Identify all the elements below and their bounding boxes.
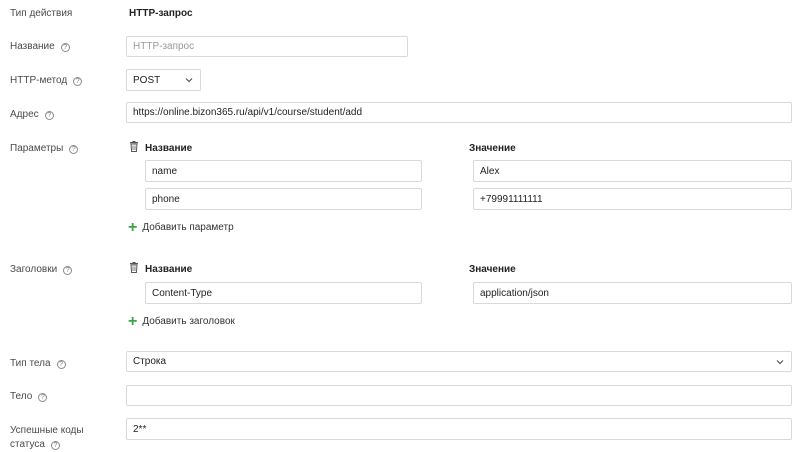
address-value: https://online.bizon365.ru/api/v1/course… [133, 107, 363, 118]
add-header-label: Добавить заголовок [142, 316, 235, 327]
body-type-label-text: Тип тела [10, 358, 51, 369]
help-icon[interactable]: ? [38, 393, 48, 402]
add-param-label: Добавить параметр [142, 222, 234, 233]
status-codes-value: 2** [133, 423, 147, 435]
plus-icon: + [128, 218, 138, 236]
help-icon[interactable]: ? [63, 266, 73, 275]
address-label-text: Адрес [10, 109, 39, 120]
address-label: Адрес? [10, 109, 54, 120]
params-label: Параметры? [10, 143, 79, 154]
header-value-input[interactable]: application/json [473, 282, 792, 304]
body-type-select[interactable]: Строка [126, 351, 792, 372]
status-codes-label-line2: статуса [10, 439, 45, 450]
help-icon[interactable]: ? [44, 111, 54, 120]
params-col-value: Значение [469, 143, 516, 154]
plus-icon: + [128, 312, 138, 330]
add-header-button[interactable]: + Добавить заголовок [128, 312, 235, 330]
action-type-value: HTTP-запрос [129, 8, 193, 19]
trash-icon[interactable] [129, 262, 139, 273]
help-icon[interactable]: ? [73, 77, 83, 86]
param-value-input[interactable]: +79991111111 [473, 188, 792, 210]
header-name-value: Content-Type [152, 287, 213, 299]
http-method-select[interactable]: POST [126, 69, 201, 91]
help-icon[interactable]: ? [69, 145, 79, 154]
header-name-input[interactable]: Content-Type [145, 282, 422, 304]
name-input[interactable]: HTTP-запрос [126, 36, 408, 57]
body-input[interactable] [126, 385, 792, 406]
headers-label-text: Заголовки [10, 264, 58, 275]
chevron-down-icon [776, 359, 784, 364]
address-input[interactable]: https://online.bizon365.ru/api/v1/course… [126, 102, 792, 123]
param-value-input[interactable]: Alex [473, 160, 792, 182]
body-label-text: Тело [10, 391, 33, 402]
param-name-value: phone [152, 193, 180, 205]
status-codes-label-line1: Успешные коды [10, 425, 84, 436]
param-value-value: +79991111111 [480, 193, 543, 205]
headers-col-name: Название [145, 264, 193, 275]
name-input-placeholder: HTTP-запрос [133, 41, 195, 52]
trash-icon[interactable] [129, 141, 139, 152]
help-icon[interactable]: ? [56, 360, 66, 369]
status-codes-input[interactable]: 2** [126, 418, 792, 440]
body-type-label: Тип тела? [10, 358, 66, 369]
param-value-value: Alex [480, 165, 500, 177]
body-type-value: Строка [133, 356, 167, 367]
name-label: Название? [10, 41, 70, 52]
status-codes-label: Успешные коды статуса? [10, 424, 84, 452]
param-name-input[interactable]: phone [145, 188, 422, 210]
params-col-name: Название [145, 143, 193, 154]
headers-label: Заголовки? [10, 264, 73, 275]
http-method-label: HTTP-метод? [10, 75, 83, 86]
name-label-text: Название [10, 41, 55, 52]
params-label-text: Параметры [10, 143, 64, 154]
body-label: Тело? [10, 391, 48, 402]
action-type-label: Тип действия [10, 8, 73, 19]
add-param-button[interactable]: + Добавить параметр [128, 218, 234, 236]
param-name-input[interactable]: name [145, 160, 422, 182]
headers-col-value: Значение [469, 264, 516, 275]
help-icon[interactable]: ? [60, 43, 70, 52]
chevron-down-icon [185, 78, 193, 83]
header-value-value: application/json [480, 287, 549, 299]
http-method-value: POST [133, 74, 161, 86]
http-method-label-text: HTTP-метод [10, 75, 68, 86]
param-name-value: name [152, 165, 178, 177]
